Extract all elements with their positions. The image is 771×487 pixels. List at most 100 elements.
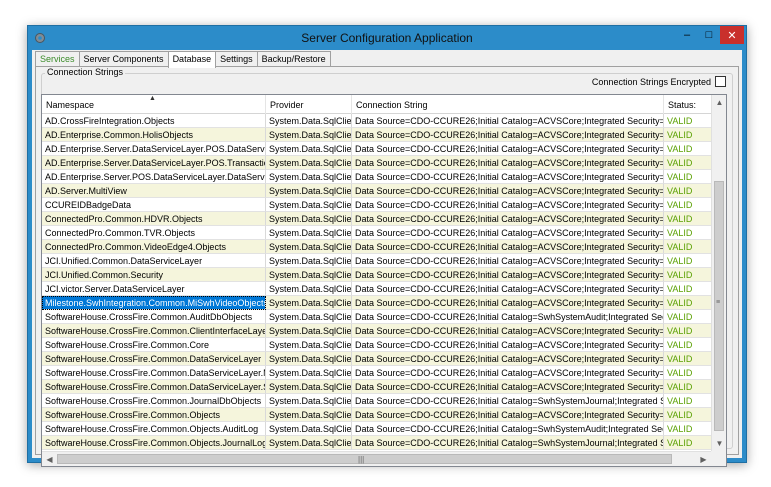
table-row[interactable]: CCUREIDBadgeData System.Data.SqlClient Dat… <box>42 198 712 212</box>
connection-string-cell[interactable]: Data Source=CDO-CCURE26;Initial Catalog=… <box>352 282 664 296</box>
provider-cell[interactable]: System.Data.SqlClient <box>266 380 352 394</box>
table-row[interactable]: ConnectedPro.Common.HDVR.Objects System.D… <box>42 212 712 226</box>
status-cell[interactable]: VALID <box>664 156 712 170</box>
namespace-cell[interactable]: SoftwareHouse.CrossFire.Common.Core <box>42 338 266 352</box>
status-cell[interactable]: VALID <box>664 226 712 240</box>
provider-cell[interactable]: System.Data.SqlClient <box>266 142 352 156</box>
provider-cell[interactable]: System.Data.SqlClient <box>266 226 352 240</box>
namespace-cell[interactable]: AD.CrossFireIntegration.Objects <box>42 114 266 128</box>
tab-database[interactable]: Database <box>167 51 217 68</box>
connection-string-cell[interactable]: Data Source=CDO-CCURE26;Initial Catalog=… <box>352 338 664 352</box>
table-row[interactable]: SoftwareHouse.CrossFire.Common.Core Syste… <box>42 338 712 352</box>
connection-string-cell[interactable]: Data Source=CDO-CCURE26;Initial Catalog=… <box>352 170 664 184</box>
table-row[interactable]: AD.Enterprise.Server.DataServiceLayer.PO… <box>42 142 712 156</box>
status-cell[interactable]: VALID <box>664 436 712 450</box>
status-cell[interactable]: VALID <box>664 282 712 296</box>
table-row[interactable]: AD.Enterprise.Common.HolisObjects System.… <box>42 128 712 142</box>
table-row[interactable]: AD.Enterprise.Server.POS.DataServiceLaye… <box>42 170 712 184</box>
connection-string-cell[interactable]: Data Source=CDO-CCURE26;Initial Catalog=… <box>352 254 664 268</box>
provider-cell[interactable]: System.Data.SqlClient <box>266 296 352 310</box>
table-row[interactable]: SoftwareHouse.CrossFire.Common.Objects.A… <box>42 422 712 436</box>
namespace-cell[interactable]: CCUREIDBadgeData <box>42 198 266 212</box>
status-cell[interactable]: VALID <box>664 198 712 212</box>
table-row[interactable]: Milestone.SwhIntegration.Common.MiSwhVid… <box>42 296 712 310</box>
provider-cell[interactable]: System.Data.SqlClient <box>266 436 352 450</box>
minimize-button[interactable]: – <box>676 26 698 44</box>
provider-cell[interactable]: System.Data.SqlClient <box>266 352 352 366</box>
scroll-right-icon[interactable]: ▶ <box>696 452 711 466</box>
status-cell[interactable]: VALID <box>664 394 712 408</box>
tab-backup-restore[interactable]: Backup/Restore <box>256 51 331 67</box>
provider-cell[interactable]: System.Data.SqlClient <box>266 114 352 128</box>
table-row[interactable]: ConnectedPro.Common.VideoEdge4.Objects Sy… <box>42 240 712 254</box>
table-row[interactable]: SoftwareHouse.CrossFire.Common.DataServi… <box>42 352 712 366</box>
table-row[interactable]: SoftwareHouse.CrossFire.Common.Objects.J… <box>42 436 712 450</box>
scroll-left-icon[interactable]: ◀ <box>42 452 57 466</box>
connection-string-cell[interactable]: Data Source=CDO-CCURE26;Initial Catalog=… <box>352 352 664 366</box>
status-cell[interactable]: VALID <box>664 296 712 310</box>
vertical-scrollbar[interactable]: ▲ ≡ ▼ <box>711 95 726 451</box>
status-cell[interactable]: VALID <box>664 240 712 254</box>
table-row[interactable]: SoftwareHouse.CrossFire.Common.JournalDb… <box>42 394 712 408</box>
provider-cell[interactable]: System.Data.SqlClient <box>266 282 352 296</box>
tab-services[interactable]: Services <box>35 51 80 67</box>
provider-cell[interactable]: System.Data.SqlClient <box>266 198 352 212</box>
table-row[interactable]: SoftwareHouse.CrossFire.Common.DataServi… <box>42 366 712 380</box>
namespace-cell[interactable]: SoftwareHouse.CrossFire.Common.ClientInt… <box>42 324 266 338</box>
connection-string-cell[interactable]: Data Source=CDO-CCURE26;Initial Catalog=… <box>352 394 664 408</box>
provider-cell[interactable]: System.Data.SqlClient <box>266 394 352 408</box>
connection-string-cell[interactable]: Data Source=CDO-CCURE26;Initial Catalog=… <box>352 310 664 324</box>
connection-string-cell[interactable]: Data Source=CDO-CCURE26;Initial Catalog=… <box>352 380 664 394</box>
provider-cell[interactable]: System.Data.SqlClient <box>266 422 352 436</box>
provider-cell[interactable]: System.Data.SqlClient <box>266 156 352 170</box>
namespace-cell[interactable]: SoftwareHouse.CrossFire.Common.DataServi… <box>42 366 266 380</box>
table-row[interactable]: AD.Server.MultiView System.Data.SqlClient… <box>42 184 712 198</box>
status-cell[interactable]: VALID <box>664 324 712 338</box>
namespace-cell[interactable]: SoftwareHouse.CrossFire.Common.AuditDbOb… <box>42 310 266 324</box>
provider-cell[interactable]: System.Data.SqlClient <box>266 310 352 324</box>
tab-settings[interactable]: Settings <box>215 51 258 67</box>
namespace-cell[interactable]: JCI.Unified.Common.DataServiceLayer <box>42 254 266 268</box>
namespace-cell[interactable]: AD.Enterprise.Server.DataServiceLayer.PO… <box>42 142 266 156</box>
scroll-down-icon[interactable]: ▼ <box>712 436 726 451</box>
connection-string-cell[interactable]: Data Source=CDO-CCURE26;Initial Catalog=… <box>352 114 664 128</box>
status-cell[interactable]: VALID <box>664 408 712 422</box>
vertical-scroll-thumb[interactable]: ≡ <box>714 181 724 431</box>
connection-string-cell[interactable]: Data Source=CDO-CCURE26;Initial Catalog=… <box>352 226 664 240</box>
status-cell[interactable]: VALID <box>664 338 712 352</box>
namespace-cell[interactable]: SoftwareHouse.CrossFire.Common.Objects <box>42 408 266 422</box>
scroll-up-icon[interactable]: ▲ <box>712 95 726 110</box>
connection-string-cell[interactable]: Data Source=CDO-CCURE26;Initial Catalog=… <box>352 436 664 450</box>
connection-string-cell[interactable]: Data Source=CDO-CCURE26;Initial Catalog=… <box>352 240 664 254</box>
namespace-cell[interactable]: AD.Enterprise.Server.DataServiceLayer.PO… <box>42 156 266 170</box>
encrypted-option[interactable]: Connection Strings Encrypted <box>592 76 726 87</box>
provider-cell[interactable]: System.Data.SqlClient <box>266 184 352 198</box>
horizontal-scroll-thumb[interactable]: ||| <box>57 454 672 464</box>
connection-string-cell[interactable]: Data Source=CDO-CCURE26;Initial Catalog=… <box>352 422 664 436</box>
status-cell[interactable]: VALID <box>664 128 712 142</box>
namespace-cell[interactable]: AD.Server.MultiView <box>42 184 266 198</box>
status-cell[interactable]: VALID <box>664 352 712 366</box>
provider-cell[interactable]: System.Data.SqlClient <box>266 212 352 226</box>
encrypted-checkbox[interactable] <box>715 76 726 87</box>
status-cell[interactable]: VALID <box>664 422 712 436</box>
column-header-connection-string[interactable]: Connection String <box>352 95 664 114</box>
table-row[interactable]: JCI.Unified.Common.Security System.Data.S… <box>42 268 712 282</box>
provider-cell[interactable]: System.Data.SqlClient <box>266 128 352 142</box>
namespace-cell[interactable]: SoftwareHouse.CrossFire.Common.DataServi… <box>42 380 266 394</box>
connection-string-cell[interactable]: Data Source=CDO-CCURE26;Initial Catalog=… <box>352 142 664 156</box>
status-cell[interactable]: VALID <box>664 268 712 282</box>
table-row[interactable]: SoftwareHouse.CrossFire.Common.Objects Sy… <box>42 408 712 422</box>
connection-string-cell[interactable]: Data Source=CDO-CCURE26;Initial Catalog=… <box>352 408 664 422</box>
status-cell[interactable]: VALID <box>664 310 712 324</box>
namespace-cell[interactable]: JCI.Unified.Common.Security <box>42 268 266 282</box>
namespace-cell[interactable]: AD.Enterprise.Server.POS.DataServiceLaye… <box>42 170 266 184</box>
horizontal-scrollbar[interactable]: ◀ ||| ▶ <box>42 451 711 466</box>
namespace-cell[interactable]: ConnectedPro.Common.TVR.Objects <box>42 226 266 240</box>
provider-cell[interactable]: System.Data.SqlClient <box>266 170 352 184</box>
table-row[interactable]: JCI.victor.Server.DataServiceLayer System… <box>42 282 712 296</box>
connection-strings-grid[interactable]: Namespace ▲ Provider Connection String S… <box>41 94 727 467</box>
connection-string-cell[interactable]: Data Source=CDO-CCURE26;Initial Catalog=… <box>352 156 664 170</box>
connection-string-cell[interactable]: Data Source=CDO-CCURE26;Initial Catalog=… <box>352 212 664 226</box>
status-cell[interactable]: VALID <box>664 114 712 128</box>
